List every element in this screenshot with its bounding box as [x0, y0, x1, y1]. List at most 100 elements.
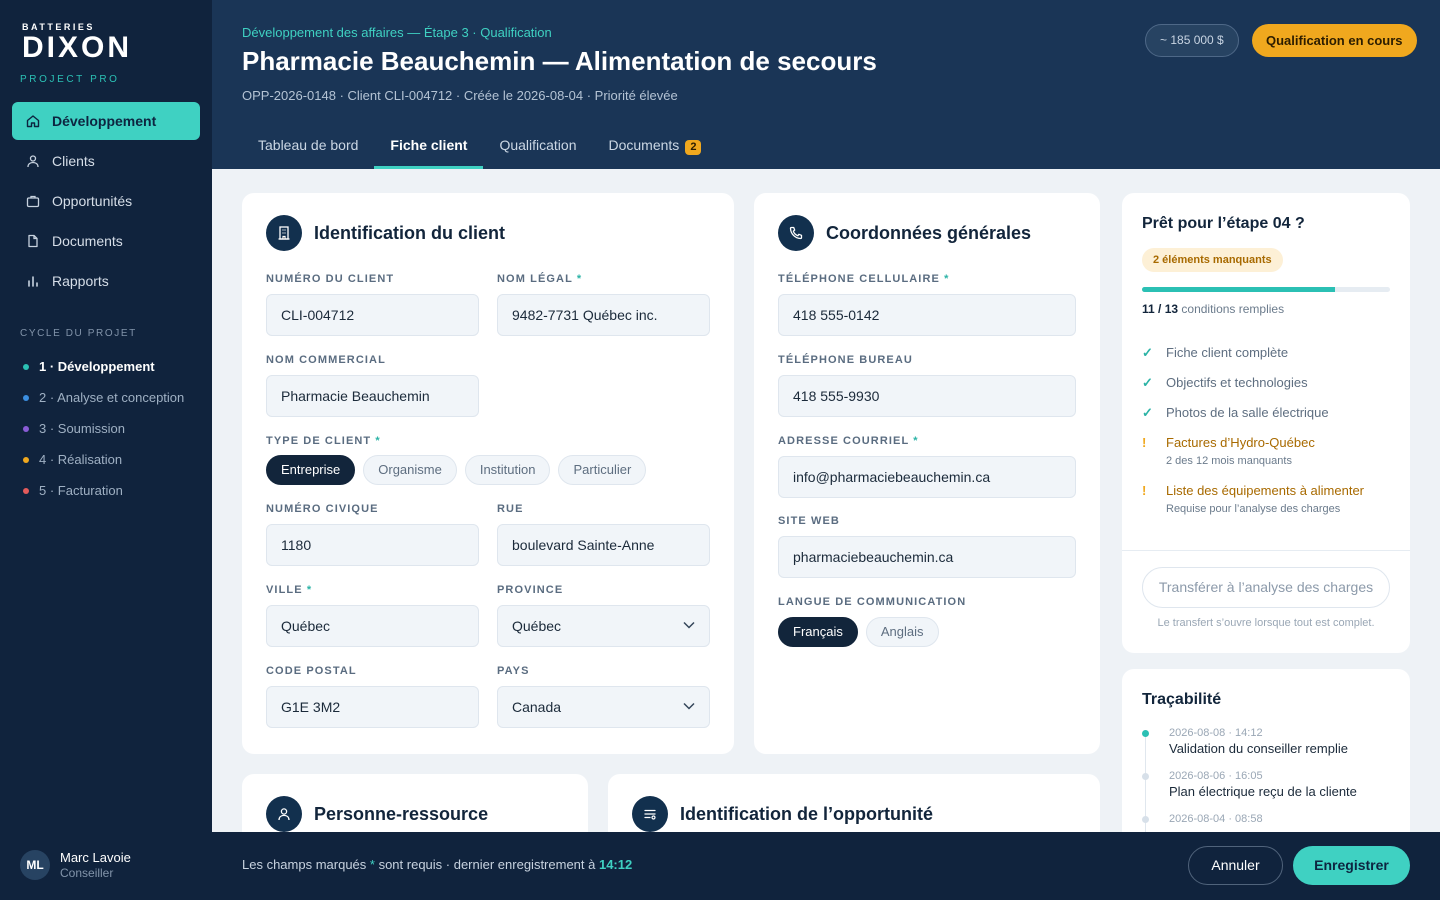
- conditions-count: 11 / 13 conditions remplies: [1142, 302, 1284, 316]
- cycle-step-label: 2 · Analyse et conception: [39, 390, 185, 405]
- transfer-button[interactable]: Transférer à l’analyse des charges: [1142, 567, 1390, 608]
- field-label-text: VILLE: [266, 584, 303, 596]
- check-icon: ✓: [1142, 405, 1153, 420]
- language-francais[interactable]: Français: [778, 617, 858, 647]
- required-marker: *: [306, 584, 313, 596]
- user-icon: [26, 154, 40, 168]
- general-contact-card: Coordonnées générales TÉLÉPHONE CELLULAI…: [754, 193, 1100, 754]
- card-header: Identification du client: [266, 215, 505, 251]
- cycle-step-1[interactable]: 1 · Développement: [20, 358, 200, 376]
- required-marker: *: [944, 273, 950, 285]
- required-marker: *: [576, 273, 583, 285]
- missing-items-badge: 2 éléments manquants: [1142, 248, 1283, 272]
- legal-name-field[interactable]: 9482-7731 Québec inc.: [497, 294, 710, 336]
- nav-item-opportunites[interactable]: Opportunités: [12, 182, 200, 220]
- civic-number-field[interactable]: 1180: [266, 524, 479, 566]
- nav-item-label: Opportunités: [52, 193, 133, 209]
- field-label: CODE POSTAL: [266, 665, 357, 677]
- city-field[interactable]: Québec: [266, 605, 479, 647]
- save-status-note: Les champs marqués * sont requis · derni…: [242, 857, 632, 872]
- cycle-step-2[interactable]: 2 · Analyse et conception: [20, 389, 200, 407]
- client-type-chips: Entreprise Organisme Institution Particu…: [266, 455, 647, 485]
- nav-item-developpement[interactable]: Développement: [12, 102, 200, 140]
- step-dot: [23, 364, 29, 370]
- tab-tableau-de-bord[interactable]: Tableau de bord: [242, 126, 374, 169]
- field-label: NUMÉRO DU CLIENT: [266, 273, 395, 285]
- phone-icon: [778, 215, 814, 251]
- page-header: Développement des affaires — Étape 3 · Q…: [212, 0, 1440, 169]
- person-icon: [266, 796, 302, 832]
- readiness-title: Prêt pour l’étape 04 ?: [1142, 215, 1305, 232]
- tab-label: Documents: [608, 137, 680, 153]
- checklist-item-text: Objectifs et technologies: [1166, 375, 1308, 390]
- postal-code-field[interactable]: G1E 3M2: [266, 686, 479, 728]
- tab-fiche-client[interactable]: Fiche client: [374, 126, 484, 169]
- client-type-organisme[interactable]: Organisme: [363, 455, 457, 485]
- save-button[interactable]: Enregistrer: [1293, 846, 1410, 885]
- website-field[interactable]: pharmaciebeauchemin.ca: [778, 536, 1076, 578]
- timeline-dot: [1142, 816, 1149, 823]
- nav-item-rapports[interactable]: Rapports: [12, 262, 200, 300]
- country-select[interactable]: Canada: [497, 686, 710, 728]
- checklist-item: ✓ Fiche client complète: [1142, 345, 1392, 361]
- brand-logo[interactable]: BATTERIES DIXON PROJECT PRO: [20, 22, 132, 85]
- last-save-time: 14:12: [598, 857, 633, 872]
- language-anglais[interactable]: Anglais: [865, 617, 939, 647]
- cycle-step-3[interactable]: 3 · Soumission: [20, 420, 200, 438]
- page-title: Pharmacie Beauchemin — Alimentation de s…: [242, 46, 877, 76]
- timeline-dot: [1142, 773, 1149, 780]
- tab-label: Fiche client: [390, 137, 468, 153]
- documents-count-badge: 2: [685, 140, 702, 155]
- note-text-a: Les champs marqués: [242, 857, 370, 872]
- field-label: NOM LÉGAL *: [497, 273, 582, 285]
- field-label: LANGUE DE COMMUNICATION: [778, 596, 967, 608]
- client-type-entreprise[interactable]: Entreprise: [266, 455, 356, 485]
- office-phone-field[interactable]: 418 555-9930: [778, 375, 1076, 417]
- chevron-down-icon: [683, 621, 695, 629]
- province-select[interactable]: Québec: [497, 605, 710, 647]
- cell-phone-field[interactable]: 418 555-0142: [778, 294, 1076, 336]
- province-value: Québec: [512, 618, 562, 634]
- transfer-note: Le transfert s’ouvre lorsque tout est co…: [1157, 617, 1375, 629]
- cycle-step-4[interactable]: 4 · Réalisation: [20, 451, 200, 469]
- field-label-text: TÉLÉPHONE CELLULAIRE: [778, 273, 940, 285]
- email-field[interactable]: info@pharmaciebeauchemin.ca: [778, 456, 1076, 498]
- client-type-particulier[interactable]: Particulier: [558, 455, 647, 485]
- breadcrumb[interactable]: Développement des affaires — Étape 3 · Q…: [242, 25, 552, 40]
- cycle-step-5[interactable]: 5 · Facturation: [20, 482, 200, 500]
- client-number-field[interactable]: CLI-004712: [266, 294, 479, 336]
- commercial-name-field[interactable]: Pharmacie Beauchemin: [266, 375, 479, 417]
- checklist-item-missing[interactable]: ! Factures d’Hydro-Québec 2 des 12 mois ma…: [1142, 435, 1392, 469]
- field-label: PAYS: [497, 665, 530, 677]
- checklist-item-text: Fiche client complète: [1166, 345, 1289, 360]
- tab-documents[interactable]: Documents 2: [593, 126, 718, 169]
- conditions-count-value: 11 / 13: [1142, 302, 1179, 316]
- cancel-button[interactable]: Annuler: [1188, 846, 1283, 885]
- amount-badge: ~ 185 000 $: [1145, 24, 1239, 57]
- nav-item-clients[interactable]: Clients: [12, 142, 200, 180]
- sidebar: BATTERIES DIXON PROJECT PRO Développemen…: [0, 0, 212, 832]
- avatar[interactable]: ML: [20, 850, 50, 880]
- cycle-step-label: 3 · Soumission: [39, 421, 125, 436]
- nav-item-documents[interactable]: Documents: [12, 222, 200, 260]
- field-label: NOM COMMERCIAL: [266, 354, 386, 366]
- cycle-step-label: 5 · Facturation: [39, 483, 123, 498]
- timeline-event: 2026-08-08 · 14:12 Validation du conseill…: [1142, 727, 1402, 756]
- checklist-item-text: Liste des équipements à alimenter: [1166, 483, 1365, 498]
- card-title: Identification du client: [314, 222, 506, 243]
- event-time: 2026-08-04 · 08:58: [1169, 813, 1263, 825]
- field-label: VILLE *: [266, 584, 312, 596]
- checklist-item-missing[interactable]: ! Liste des équipements à alimenter Requis…: [1142, 483, 1392, 517]
- user-name: Marc Lavoie: [60, 850, 131, 865]
- timeline-event: 2026-08-04 · 08:58: [1142, 813, 1402, 825]
- building-icon: [266, 215, 302, 251]
- card-title: Personne-ressource: [314, 803, 489, 824]
- client-type-institution[interactable]: Institution: [464, 455, 551, 485]
- checklist-item-detail: Requise pour l’analyse des charges: [1166, 503, 1341, 515]
- street-field[interactable]: boulevard Sainte-Anne: [497, 524, 710, 566]
- checklist-item-text: Photos de la salle électrique: [1166, 405, 1329, 420]
- note-text-b: sont requis · dernier enregistrement à: [374, 857, 599, 872]
- opportunity-meta: OPP-2026-0148 · Client CLI-004712 · Créé…: [242, 88, 678, 103]
- tab-qualification[interactable]: Qualification: [483, 126, 592, 169]
- conditions-count-text: conditions remplies: [1181, 302, 1285, 316]
